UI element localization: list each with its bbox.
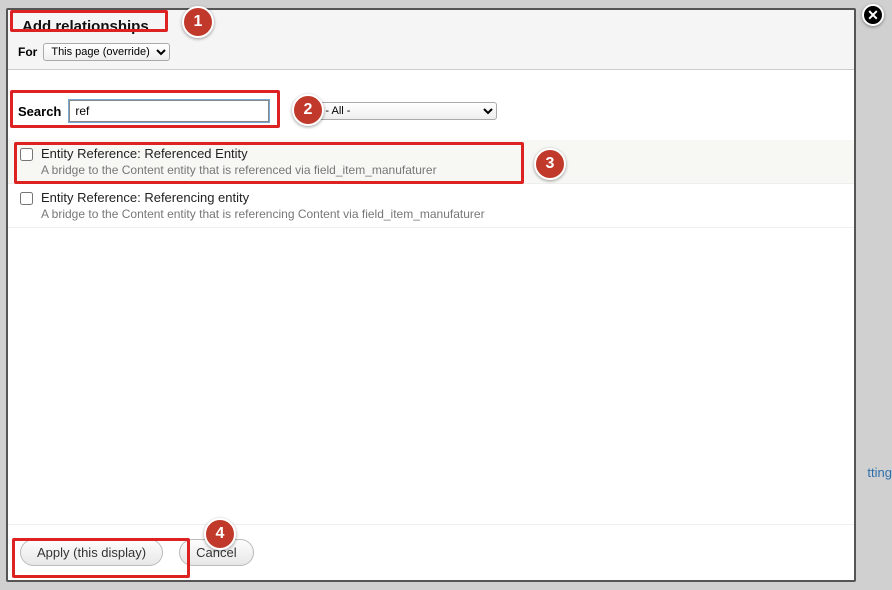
filter-select[interactable]: - All - xyxy=(317,102,497,120)
result-title: Entity Reference: Referencing entity xyxy=(41,190,485,205)
for-label: For xyxy=(18,45,37,59)
modal-footer: Apply (this display) Cancel xyxy=(8,524,854,580)
result-title: Entity Reference: Referenced Entity xyxy=(41,146,437,161)
search-input[interactable] xyxy=(69,100,269,122)
result-item[interactable]: Entity Reference: Referenced Entity A br… xyxy=(8,140,854,184)
results-list: Entity Reference: Referenced Entity A br… xyxy=(8,140,854,524)
search-row: Search - All - xyxy=(8,70,854,140)
add-relationships-modal: Add relationships For This page (overrid… xyxy=(6,8,856,582)
bg-partial-text: tting xyxy=(867,465,892,480)
result-texts: Entity Reference: Referencing entity A b… xyxy=(41,190,485,221)
for-row: For This page (override) xyxy=(18,43,844,61)
for-select[interactable]: This page (override) xyxy=(43,43,170,61)
result-texts: Entity Reference: Referenced Entity A br… xyxy=(41,146,437,177)
close-icon[interactable]: ✕ xyxy=(862,4,884,26)
result-desc: A bridge to the Content entity that is r… xyxy=(41,207,485,221)
result-checkbox[interactable] xyxy=(20,148,33,161)
modal-title: Add relationships xyxy=(18,16,153,37)
cancel-button[interactable]: Cancel xyxy=(179,539,253,566)
apply-button[interactable]: Apply (this display) xyxy=(20,539,163,566)
result-desc: A bridge to the Content entity that is r… xyxy=(41,163,437,177)
filter-row: - All - xyxy=(317,102,497,120)
result-checkbox[interactable] xyxy=(20,192,33,205)
modal-header: Add relationships For This page (overrid… xyxy=(8,10,854,70)
result-item[interactable]: Entity Reference: Referencing entity A b… xyxy=(8,184,854,228)
search-label: Search xyxy=(18,104,61,119)
